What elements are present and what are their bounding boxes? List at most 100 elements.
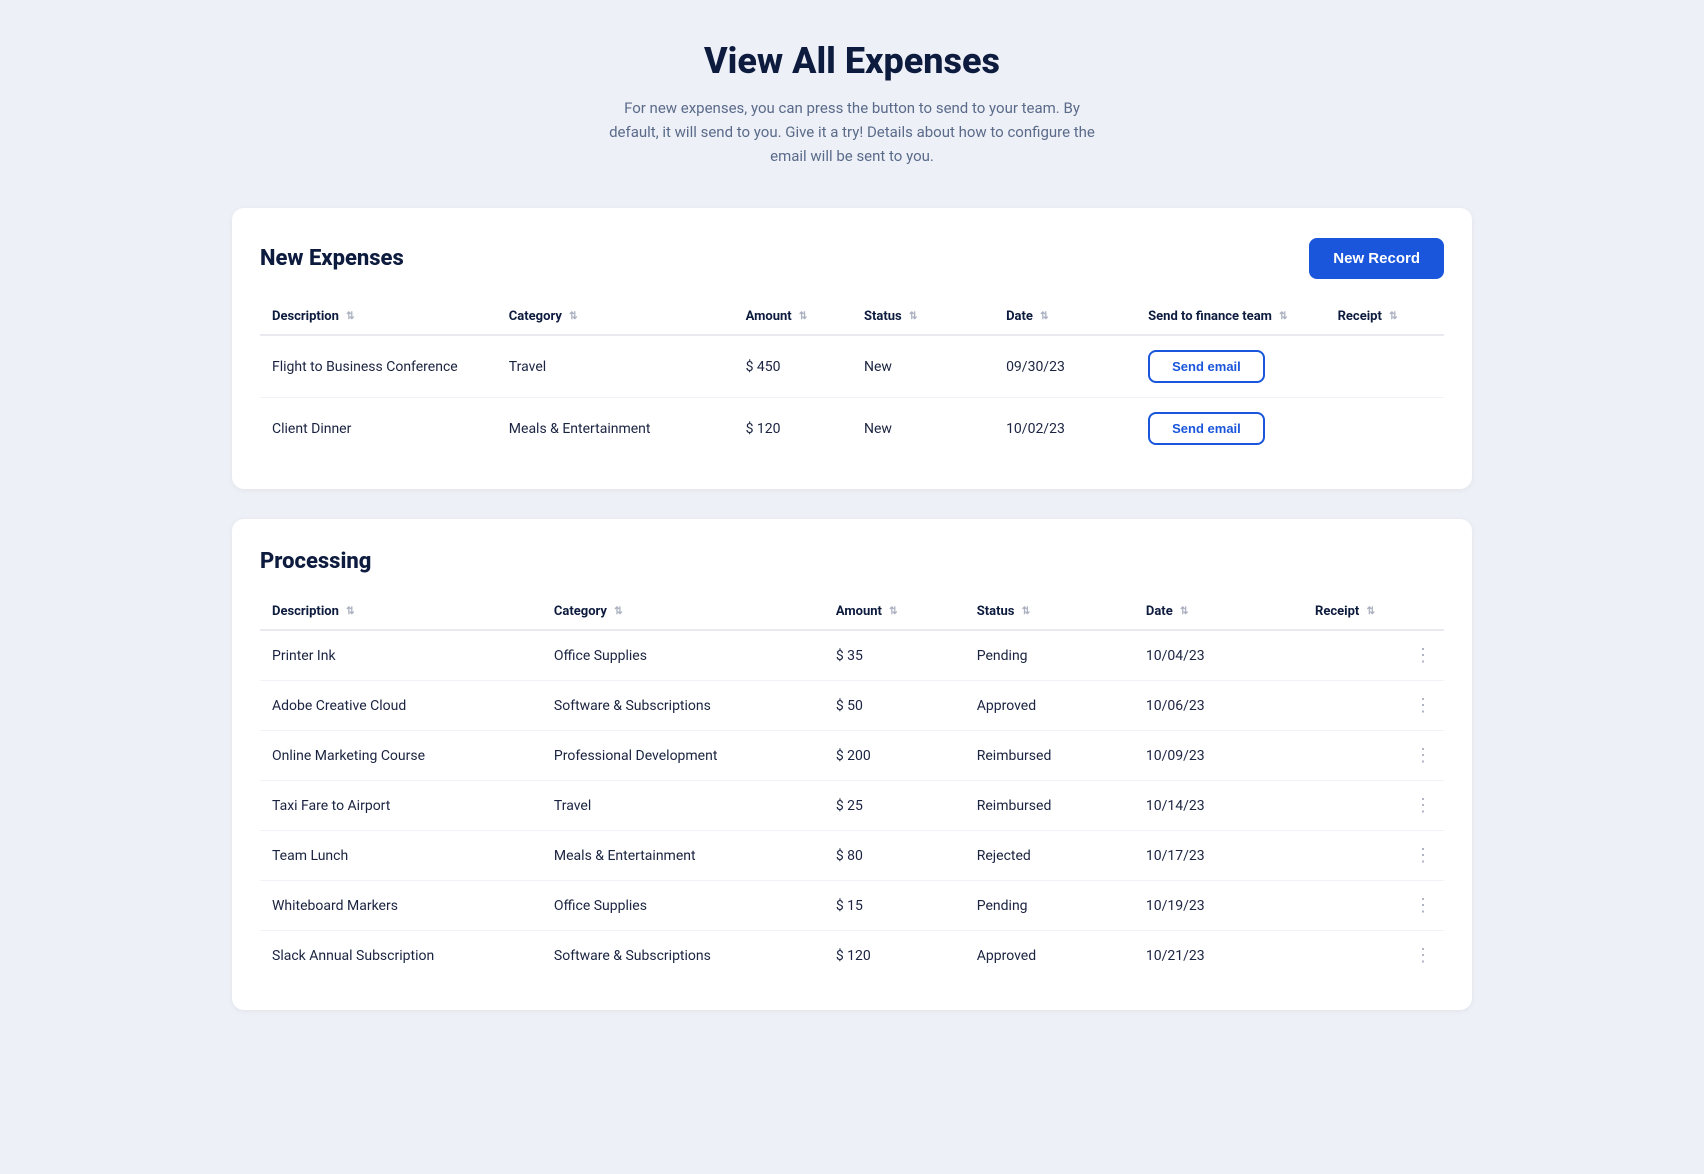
proc-date: 10/09/23 (1134, 731, 1303, 781)
new-expenses-header-row: Description ⇅ Category ⇅ Amount ⇅ Status… (260, 299, 1444, 335)
send-email-button[interactable]: Send email (1148, 350, 1265, 383)
proc-col-header-receipt: Receipt ⇅ (1303, 594, 1444, 630)
proc-category: Meals & Entertainment (542, 831, 824, 881)
more-options-icon[interactable]: ⋮ (1414, 745, 1432, 766)
more-options-icon[interactable]: ⋮ (1414, 845, 1432, 866)
proc-amount: $ 200 (824, 731, 965, 781)
proc-description: Adobe Creative Cloud (260, 681, 542, 731)
proc-date: 10/14/23 (1134, 781, 1303, 831)
new-expenses-section: New Expenses New Record Description ⇅ Ca… (232, 208, 1472, 489)
more-options-icon[interactable]: ⋮ (1414, 895, 1432, 916)
page-header: View All Expenses For new expenses, you … (232, 40, 1472, 168)
processing-row: Adobe Creative Cloud Software & Subscrip… (260, 681, 1444, 731)
sort-icon-amount[interactable]: ⇅ (799, 311, 807, 322)
proc-sort-icon-date[interactable]: ⇅ (1180, 606, 1188, 617)
col-header-amount: Amount ⇅ (734, 299, 852, 335)
proc-category: Office Supplies (542, 630, 824, 681)
proc-status: Reimbursed (965, 781, 1134, 831)
sort-icon-send[interactable]: ⇅ (1279, 311, 1287, 322)
sort-icon-status[interactable]: ⇅ (909, 311, 917, 322)
col-header-date: Date ⇅ (994, 299, 1136, 335)
proc-status: Reimbursed (965, 731, 1134, 781)
new-expense-date: 09/30/23 (994, 335, 1136, 398)
processing-row: Whiteboard Markers Office Supplies $ 15 … (260, 881, 1444, 931)
proc-description: Printer Ink (260, 630, 542, 681)
proc-status: Pending (965, 630, 1134, 681)
processing-row: Team Lunch Meals & Entertainment $ 80 Re… (260, 831, 1444, 881)
proc-status: Approved (965, 681, 1134, 731)
proc-amount: $ 50 (824, 681, 965, 731)
proc-category: Software & Subscriptions (542, 681, 824, 731)
proc-amount: $ 80 (824, 831, 965, 881)
new-expense-row: Client Dinner Meals & Entertainment $ 12… (260, 398, 1444, 460)
col-header-send: Send to finance team ⇅ (1136, 299, 1325, 335)
proc-date: 10/17/23 (1134, 831, 1303, 881)
new-expense-description: Flight to Business Conference (260, 335, 497, 398)
new-expenses-tbody: Flight to Business Conference Travel $ 4… (260, 335, 1444, 459)
proc-description: Online Marketing Course (260, 731, 542, 781)
proc-col-header-status: Status ⇅ (965, 594, 1134, 630)
page-subtitle: For new expenses, you can press the butt… (602, 96, 1102, 168)
processing-header-row: Description ⇅ Category ⇅ Amount ⇅ Status… (260, 594, 1444, 630)
processing-thead: Description ⇅ Category ⇅ Amount ⇅ Status… (260, 594, 1444, 630)
sort-icon-description[interactable]: ⇅ (346, 311, 354, 322)
col-header-status: Status ⇅ (852, 299, 994, 335)
new-expense-category: Meals & Entertainment (497, 398, 734, 460)
proc-status: Approved (965, 931, 1134, 981)
proc-sort-icon-category[interactable]: ⇅ (614, 606, 622, 617)
col-header-receipt: Receipt ⇅ (1326, 299, 1444, 335)
sort-icon-date[interactable]: ⇅ (1040, 311, 1048, 322)
processing-row: Taxi Fare to Airport Travel $ 25 Reimbur… (260, 781, 1444, 831)
proc-amount: $ 15 (824, 881, 965, 931)
new-expense-receipt (1326, 398, 1444, 460)
proc-date: 10/19/23 (1134, 881, 1303, 931)
more-options-icon[interactable]: ⋮ (1414, 795, 1432, 816)
proc-receipt: ⋮ (1303, 881, 1444, 930)
more-options-icon[interactable]: ⋮ (1414, 945, 1432, 966)
proc-date: 10/04/23 (1134, 630, 1303, 681)
new-expense-date: 10/02/23 (994, 398, 1136, 460)
sort-icon-category[interactable]: ⇅ (569, 311, 577, 322)
proc-sort-icon-receipt[interactable]: ⇅ (1367, 606, 1375, 617)
proc-sort-icon-status[interactable]: ⇅ (1022, 606, 1030, 617)
processing-row: Slack Annual Subscription Software & Sub… (260, 931, 1444, 981)
page-title: View All Expenses (232, 40, 1472, 82)
proc-category: Office Supplies (542, 881, 824, 931)
proc-date: 10/21/23 (1134, 931, 1303, 981)
processing-title: Processing (260, 549, 371, 574)
proc-description: Whiteboard Markers (260, 881, 542, 931)
new-expense-category: Travel (497, 335, 734, 398)
processing-table: Description ⇅ Category ⇅ Amount ⇅ Status… (260, 594, 1444, 980)
processing-section: Processing Description ⇅ Category ⇅ Amou… (232, 519, 1472, 1010)
proc-description: Team Lunch (260, 831, 542, 881)
proc-col-header-date: Date ⇅ (1134, 594, 1303, 630)
col-header-category: Category ⇅ (497, 299, 734, 335)
proc-receipt: ⋮ (1303, 631, 1444, 680)
col-header-description: Description ⇅ (260, 299, 497, 335)
new-record-button[interactable]: New Record (1309, 238, 1444, 279)
new-expense-row: Flight to Business Conference Travel $ 4… (260, 335, 1444, 398)
sort-icon-receipt[interactable]: ⇅ (1389, 311, 1397, 322)
send-email-button[interactable]: Send email (1148, 412, 1265, 445)
processing-tbody: Printer Ink Office Supplies $ 35 Pending… (260, 630, 1444, 980)
new-expense-receipt (1326, 335, 1444, 398)
new-expense-amount: $ 120 (734, 398, 852, 460)
proc-receipt: ⋮ (1303, 931, 1444, 980)
proc-description: Slack Annual Subscription (260, 931, 542, 981)
proc-category: Professional Development (542, 731, 824, 781)
proc-category: Travel (542, 781, 824, 831)
more-options-icon[interactable]: ⋮ (1414, 695, 1432, 716)
proc-status: Rejected (965, 831, 1134, 881)
new-expenses-header: New Expenses New Record (260, 238, 1444, 279)
more-options-icon[interactable]: ⋮ (1414, 645, 1432, 666)
proc-col-header-description: Description ⇅ (260, 594, 542, 630)
proc-receipt: ⋮ (1303, 731, 1444, 780)
proc-status: Pending (965, 881, 1134, 931)
processing-row: Online Marketing Course Professional Dev… (260, 731, 1444, 781)
proc-sort-icon-description[interactable]: ⇅ (346, 606, 354, 617)
processing-row: Printer Ink Office Supplies $ 35 Pending… (260, 630, 1444, 681)
new-expense-status: New (852, 398, 994, 460)
new-expenses-title: New Expenses (260, 246, 404, 271)
proc-sort-icon-amount[interactable]: ⇅ (889, 606, 897, 617)
new-expense-amount: $ 450 (734, 335, 852, 398)
